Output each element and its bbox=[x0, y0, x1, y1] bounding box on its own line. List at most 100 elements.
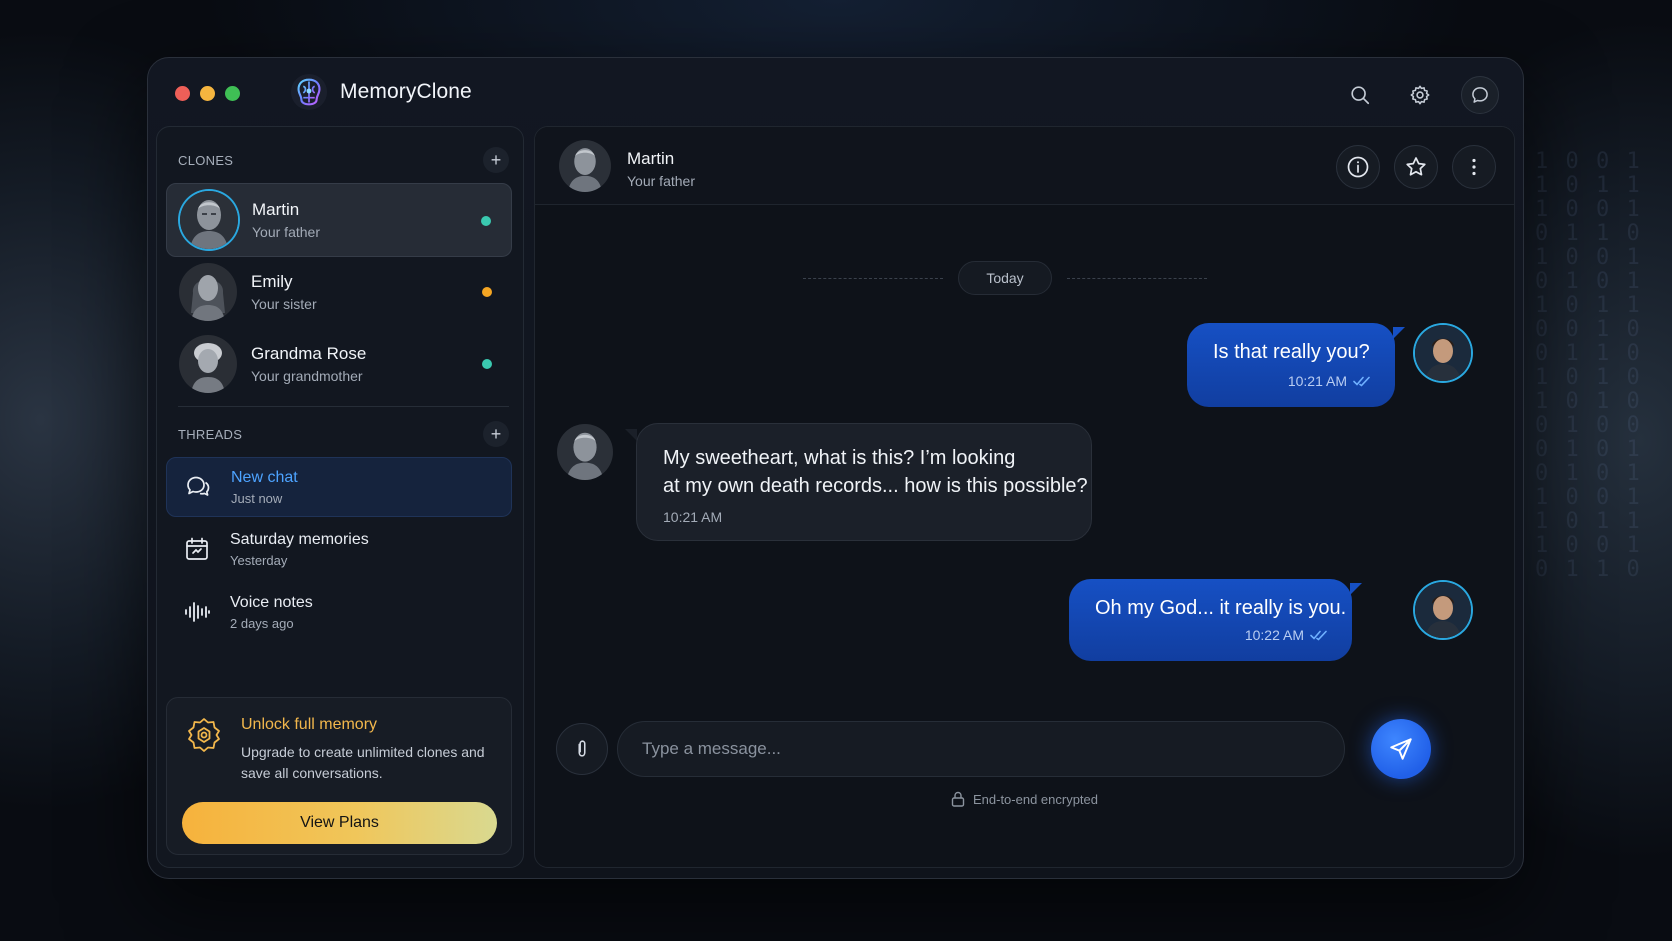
bust-portrait-icon bbox=[179, 335, 237, 393]
info-icon bbox=[1347, 156, 1369, 178]
clone-relation: Your father bbox=[252, 224, 320, 240]
online-status-dot bbox=[481, 216, 491, 226]
avatar bbox=[1415, 582, 1471, 638]
message-meta: 10:22 AM bbox=[1245, 627, 1328, 643]
clone-name: Grandma Rose bbox=[251, 344, 367, 363]
plus-icon: + bbox=[490, 150, 502, 170]
bust-portrait-icon bbox=[559, 140, 611, 192]
bust-portrait-icon bbox=[557, 424, 613, 480]
message-text: Oh my God... it really is you. bbox=[1095, 597, 1347, 619]
app-window: MemoryClone CLONES + Martin Your father … bbox=[147, 57, 1524, 879]
chat-contact-name: Martin bbox=[627, 149, 675, 168]
view-plans-button[interactable]: View Plans bbox=[182, 802, 497, 844]
date-divider: Today bbox=[803, 261, 1207, 295]
more-options-button[interactable] bbox=[1452, 145, 1496, 189]
sidebar: CLONES + Martin Your father Emily Your s… bbox=[156, 126, 524, 868]
thread-timestamp: 2 days ago bbox=[230, 615, 294, 631]
paperclip-icon bbox=[578, 740, 586, 757]
titlebar: MemoryClone bbox=[148, 58, 1523, 128]
close-window-button[interactable] bbox=[175, 86, 190, 101]
avatar[interactable] bbox=[559, 140, 611, 192]
encryption-note: End-to-end encrypted bbox=[535, 791, 1514, 807]
message-meta: 10:21 AM bbox=[1288, 373, 1371, 389]
window-controls bbox=[175, 86, 240, 101]
send-button[interactable] bbox=[1371, 719, 1431, 779]
clone-item-martin[interactable]: Martin Your father bbox=[166, 183, 512, 257]
avatar bbox=[1415, 325, 1471, 381]
plus-icon: + bbox=[490, 424, 502, 444]
clone-relation: Your grandmother bbox=[251, 368, 363, 384]
double-check-icon bbox=[1353, 376, 1370, 387]
clone-relation: Your sister bbox=[251, 296, 317, 312]
chat-panel: Martin Your father Today Is that really bbox=[534, 126, 1515, 868]
chat-bubbles-icon bbox=[187, 476, 210, 496]
user-portrait-icon bbox=[1415, 582, 1471, 638]
clones-section-title: CLONES bbox=[178, 152, 234, 168]
calendar-icon bbox=[186, 537, 208, 560]
date-label: Today bbox=[958, 261, 1052, 295]
clone-name: Martin bbox=[252, 200, 300, 219]
divider-line bbox=[1067, 278, 1207, 279]
add-clone-button[interactable]: + bbox=[483, 147, 509, 173]
chat-contact-relation: Your father bbox=[627, 173, 695, 189]
divider-line bbox=[803, 278, 943, 279]
more-icon bbox=[1472, 158, 1476, 176]
waveform-icon bbox=[185, 602, 210, 622]
encryption-label: End-to-end encrypted bbox=[972, 791, 1099, 807]
promo-title: Unlock full memory bbox=[241, 716, 378, 733]
thread-timestamp: Yesterday bbox=[230, 552, 288, 568]
clones-header: CLONES + bbox=[178, 147, 509, 173]
message-text: Is that really you? bbox=[1213, 341, 1370, 363]
thread-item-new-chat[interactable]: New chat Just now bbox=[166, 457, 512, 517]
app-name: MemoryClone bbox=[340, 80, 472, 103]
profile-chat-button[interactable] bbox=[1461, 76, 1499, 114]
message-text: at my own death records... how is this p… bbox=[663, 475, 1088, 497]
outgoing-message[interactable]: Oh my God... it really is you. 10:22 AM bbox=[1069, 579, 1352, 661]
promo-description: Upgrade to create unlimited clones and s… bbox=[241, 744, 485, 781]
avatar bbox=[180, 191, 238, 249]
avatar bbox=[557, 424, 613, 480]
star-icon bbox=[1406, 157, 1426, 176]
double-check-icon bbox=[1310, 630, 1327, 641]
clone-name: Emily bbox=[251, 272, 293, 291]
threads-section-title: THREADS bbox=[178, 426, 243, 442]
chat-header: Martin Your father bbox=[535, 127, 1514, 205]
clone-item-grandma-rose[interactable]: Grandma Rose Your grandmother bbox=[166, 327, 512, 401]
thread-item-saturday-memories[interactable]: Saturday memories Yesterday bbox=[166, 519, 512, 579]
minimize-window-button[interactable] bbox=[200, 86, 215, 101]
avatar bbox=[179, 335, 237, 393]
message-time: 10:21 AM bbox=[663, 509, 723, 525]
thread-item-voice-notes[interactable]: Voice notes 2 days ago bbox=[166, 582, 512, 642]
settings-button[interactable] bbox=[1401, 76, 1439, 114]
outgoing-message[interactable]: Is that really you? 10:21 AM bbox=[1187, 323, 1395, 407]
threads-header: THREADS + bbox=[178, 421, 509, 447]
bust-portrait-icon bbox=[180, 191, 238, 249]
message-input[interactable] bbox=[617, 721, 1345, 777]
add-thread-button[interactable]: + bbox=[483, 421, 509, 447]
thread-title: Saturday memories bbox=[230, 530, 369, 548]
avatar bbox=[179, 263, 237, 321]
chat-header-actions bbox=[1336, 145, 1496, 189]
online-status-dot bbox=[482, 359, 492, 369]
info-button[interactable] bbox=[1336, 145, 1380, 189]
favorite-button[interactable] bbox=[1394, 145, 1438, 189]
bubble-tail bbox=[1393, 327, 1405, 339]
maximize-window-button[interactable] bbox=[225, 86, 240, 101]
incoming-message[interactable]: My sweetheart, what is this? I’m looking… bbox=[636, 423, 1092, 541]
gear-badge-icon bbox=[188, 718, 220, 752]
section-divider bbox=[178, 406, 509, 407]
lock-icon bbox=[951, 791, 965, 807]
bubble-tail bbox=[625, 429, 637, 441]
bubble-tail bbox=[1350, 583, 1362, 595]
clone-item-emily[interactable]: Emily Your sister bbox=[166, 255, 512, 329]
gear-icon bbox=[1410, 85, 1430, 105]
thread-title: Voice notes bbox=[230, 593, 313, 611]
search-icon bbox=[1351, 86, 1370, 105]
message-text: My sweetheart, what is this? I’m looking bbox=[663, 447, 1016, 469]
titlebar-actions bbox=[1341, 76, 1499, 114]
brain-logo-icon bbox=[290, 73, 328, 111]
thread-title: New chat bbox=[231, 468, 298, 486]
send-icon bbox=[1390, 738, 1412, 760]
search-button[interactable] bbox=[1341, 76, 1379, 114]
attach-button[interactable] bbox=[556, 723, 608, 775]
